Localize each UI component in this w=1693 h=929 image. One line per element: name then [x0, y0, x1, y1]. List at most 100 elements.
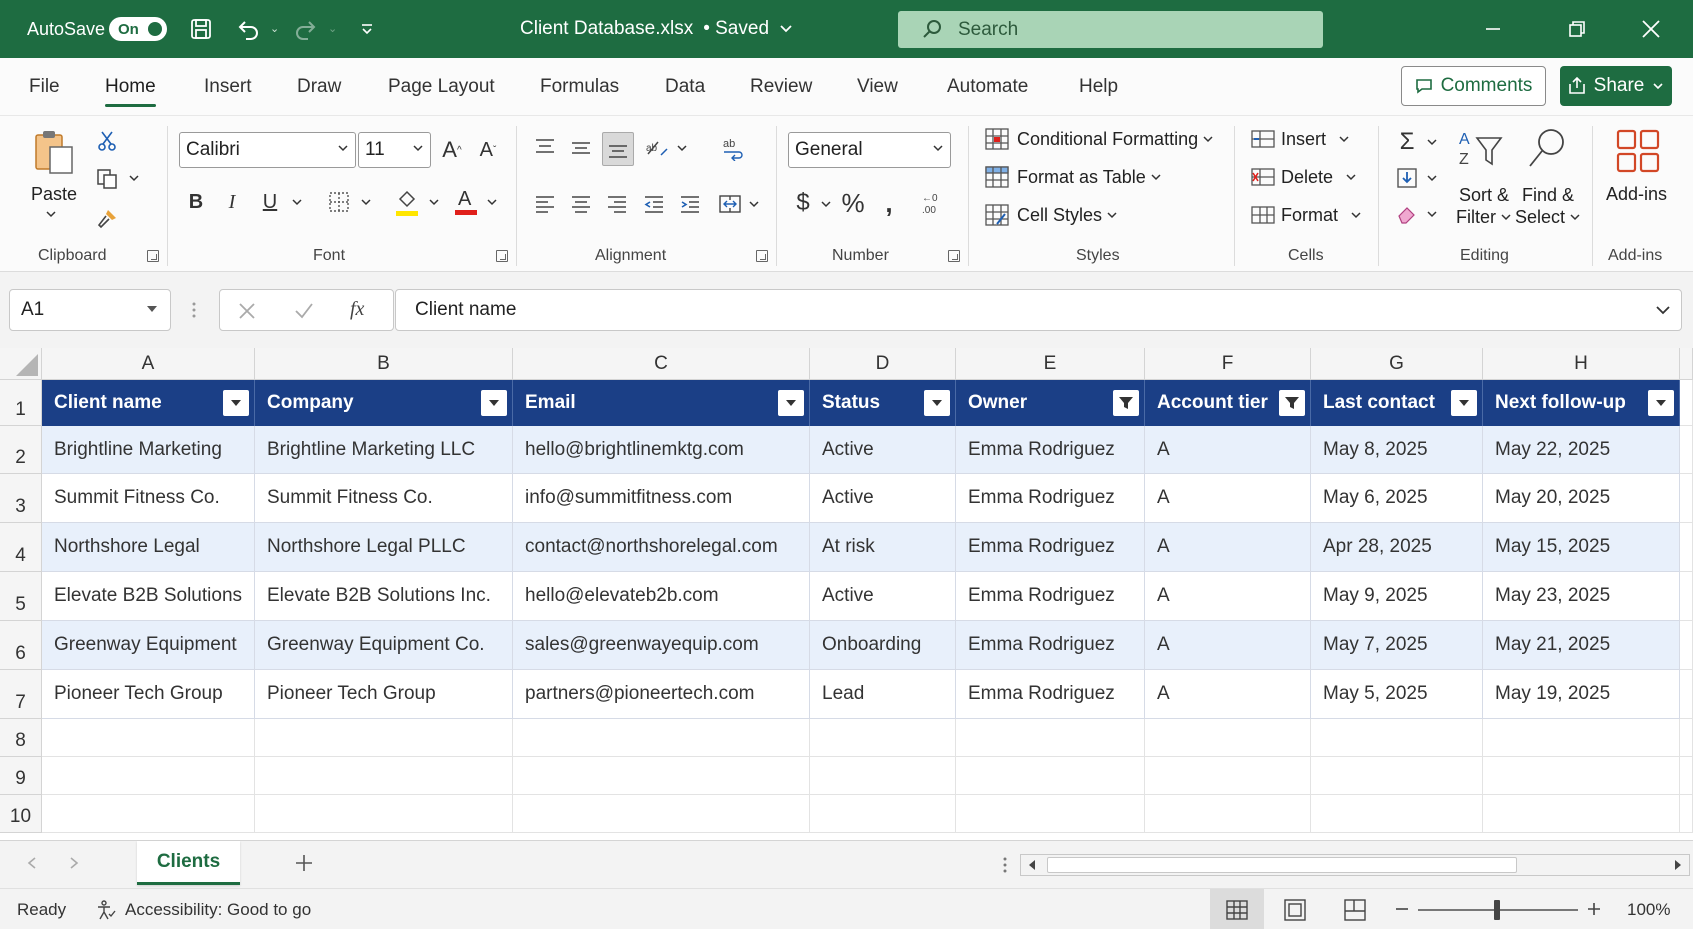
scroll-left-icon[interactable]	[1027, 859, 1037, 871]
empty-cell[interactable]	[1680, 426, 1693, 474]
filter-applied-icon[interactable]	[1279, 390, 1305, 416]
table-cell[interactable]: partners@pioneertech.com	[513, 670, 810, 719]
find-icon[interactable]	[1522, 124, 1572, 174]
empty-cell[interactable]	[1145, 795, 1311, 833]
empty-cell[interactable]	[255, 757, 513, 795]
empty-cell[interactable]	[1680, 523, 1693, 572]
fill-color-icon[interactable]	[393, 186, 421, 218]
column-header-b[interactable]: B	[255, 348, 513, 380]
empty-cell[interactable]	[810, 719, 956, 757]
table-cell[interactable]: May 6, 2025	[1311, 474, 1483, 523]
table-cell[interactable]: hello@elevateb2b.com	[513, 572, 810, 621]
empty-cell[interactable]	[42, 757, 255, 795]
table-cell[interactable]: Active	[810, 572, 956, 621]
wrap-text-icon[interactable]: ab	[718, 134, 748, 164]
empty-cell[interactable]	[810, 757, 956, 795]
table-cell[interactable]: Summit Fitness Co.	[42, 474, 255, 523]
empty-cell[interactable]	[1680, 719, 1693, 757]
table-cell[interactable]: Elevate B2B Solutions	[42, 572, 255, 621]
table-cell[interactable]: Northshore Legal	[42, 523, 255, 572]
empty-cell[interactable]	[1680, 380, 1693, 426]
insert-function-icon[interactable]: fx	[350, 298, 364, 321]
decrease-indent-icon[interactable]	[640, 190, 668, 218]
tab-file[interactable]: File	[29, 58, 60, 116]
formula-bar-grip-icon[interactable]	[192, 300, 196, 320]
table-cell[interactable]: Emma Rodriguez	[956, 426, 1145, 474]
table-header-cell[interactable]: Next follow-up	[1483, 380, 1680, 426]
find-select-button[interactable]: Find & Select	[1515, 184, 1581, 228]
table-cell[interactable]: A	[1145, 572, 1311, 621]
table-cell[interactable]: May 23, 2025	[1483, 572, 1680, 621]
name-box[interactable]: A1	[9, 289, 171, 331]
tab-help[interactable]: Help	[1079, 58, 1118, 116]
tab-view[interactable]: View	[857, 58, 898, 116]
autosave-toggle[interactable]: On	[109, 17, 167, 41]
cancel-entry-icon[interactable]	[238, 302, 256, 320]
italic-icon[interactable]: I	[219, 188, 245, 216]
borders-icon[interactable]	[325, 188, 353, 216]
undo-icon[interactable]	[234, 14, 264, 44]
table-cell[interactable]: Northshore Legal PLLC	[255, 523, 513, 572]
empty-cell[interactable]	[1680, 474, 1693, 523]
empty-cell[interactable]	[1680, 757, 1693, 795]
table-cell[interactable]: May 8, 2025	[1311, 426, 1483, 474]
table-cell[interactable]: Pioneer Tech Group	[42, 670, 255, 719]
empty-cell[interactable]	[956, 757, 1145, 795]
empty-cell[interactable]	[1311, 757, 1483, 795]
empty-cell[interactable]	[513, 757, 810, 795]
table-cell[interactable]: hello@brightlinemktg.com	[513, 426, 810, 474]
table-cell[interactable]: A	[1145, 621, 1311, 670]
filter-dropdown-icon[interactable]	[778, 390, 804, 416]
row-header-6[interactable]: 6	[0, 621, 42, 670]
alignment-launcher-icon[interactable]	[756, 250, 768, 262]
tab-draw[interactable]: Draw	[297, 58, 341, 116]
bold-icon[interactable]: B	[183, 188, 209, 216]
row-header-5[interactable]: 5	[0, 572, 42, 621]
underline-icon[interactable]: U	[257, 188, 283, 216]
empty-cell[interactable]	[1145, 719, 1311, 757]
restore-icon[interactable]	[1544, 0, 1610, 58]
insert-cells-button[interactable]: Insert	[1251, 128, 1350, 150]
delete-cells-button[interactable]: Delete	[1251, 166, 1357, 188]
paste-button[interactable]: Paste	[31, 184, 77, 205]
borders-dropdown-icon[interactable]	[360, 196, 372, 208]
table-cell[interactable]: Active	[810, 426, 956, 474]
empty-cell[interactable]	[956, 719, 1145, 757]
scroll-right-icon[interactable]	[1673, 859, 1683, 871]
customize-toolbar-icon[interactable]	[352, 14, 382, 44]
column-header-c[interactable]: C	[513, 348, 810, 380]
table-cell[interactable]: May 15, 2025	[1483, 523, 1680, 572]
filter-dropdown-icon[interactable]	[1451, 390, 1477, 416]
empty-cell[interactable]	[513, 719, 810, 757]
next-sheet-icon[interactable]	[68, 856, 80, 870]
currency-icon[interactable]: $	[790, 188, 816, 218]
increase-font-size-icon[interactable]: A ^	[438, 136, 466, 164]
table-cell[interactable]: Greenway Equipment	[42, 621, 255, 670]
increase-indent-icon[interactable]	[676, 190, 704, 218]
empty-cell[interactable]	[1311, 719, 1483, 757]
copy-dropdown-icon[interactable]	[128, 172, 140, 184]
bottom-align-icon[interactable]	[602, 132, 634, 166]
empty-cell[interactable]	[1680, 572, 1693, 621]
table-cell[interactable]: A	[1145, 523, 1311, 572]
percent-icon[interactable]: %	[838, 188, 868, 218]
zoom-in-icon[interactable]	[1586, 901, 1602, 917]
zoom-level[interactable]: 100%	[1627, 889, 1670, 929]
number-format-select[interactable]: General	[788, 132, 951, 168]
table-header-cell[interactable]: Email	[513, 380, 810, 426]
horizontal-scroll-thumb[interactable]	[1047, 857, 1517, 873]
empty-cell[interactable]	[42, 795, 255, 833]
sheet-tab-clients[interactable]: Clients	[137, 841, 240, 885]
prev-sheet-icon[interactable]	[26, 856, 38, 870]
column-header-e[interactable]: E	[956, 348, 1145, 380]
empty-cell[interactable]	[1680, 795, 1693, 833]
table-cell[interactable]: contact@northshorelegal.com	[513, 523, 810, 572]
table-cell[interactable]: Emma Rodriguez	[956, 523, 1145, 572]
empty-cell[interactable]	[1483, 757, 1680, 795]
row-header-4[interactable]: 4	[0, 523, 42, 572]
filter-dropdown-icon[interactable]	[481, 390, 507, 416]
filter-applied-icon[interactable]	[1113, 390, 1139, 416]
empty-cell[interactable]	[255, 719, 513, 757]
comma-style-icon[interactable]: ,	[876, 188, 902, 218]
table-cell[interactable]: May 19, 2025	[1483, 670, 1680, 719]
